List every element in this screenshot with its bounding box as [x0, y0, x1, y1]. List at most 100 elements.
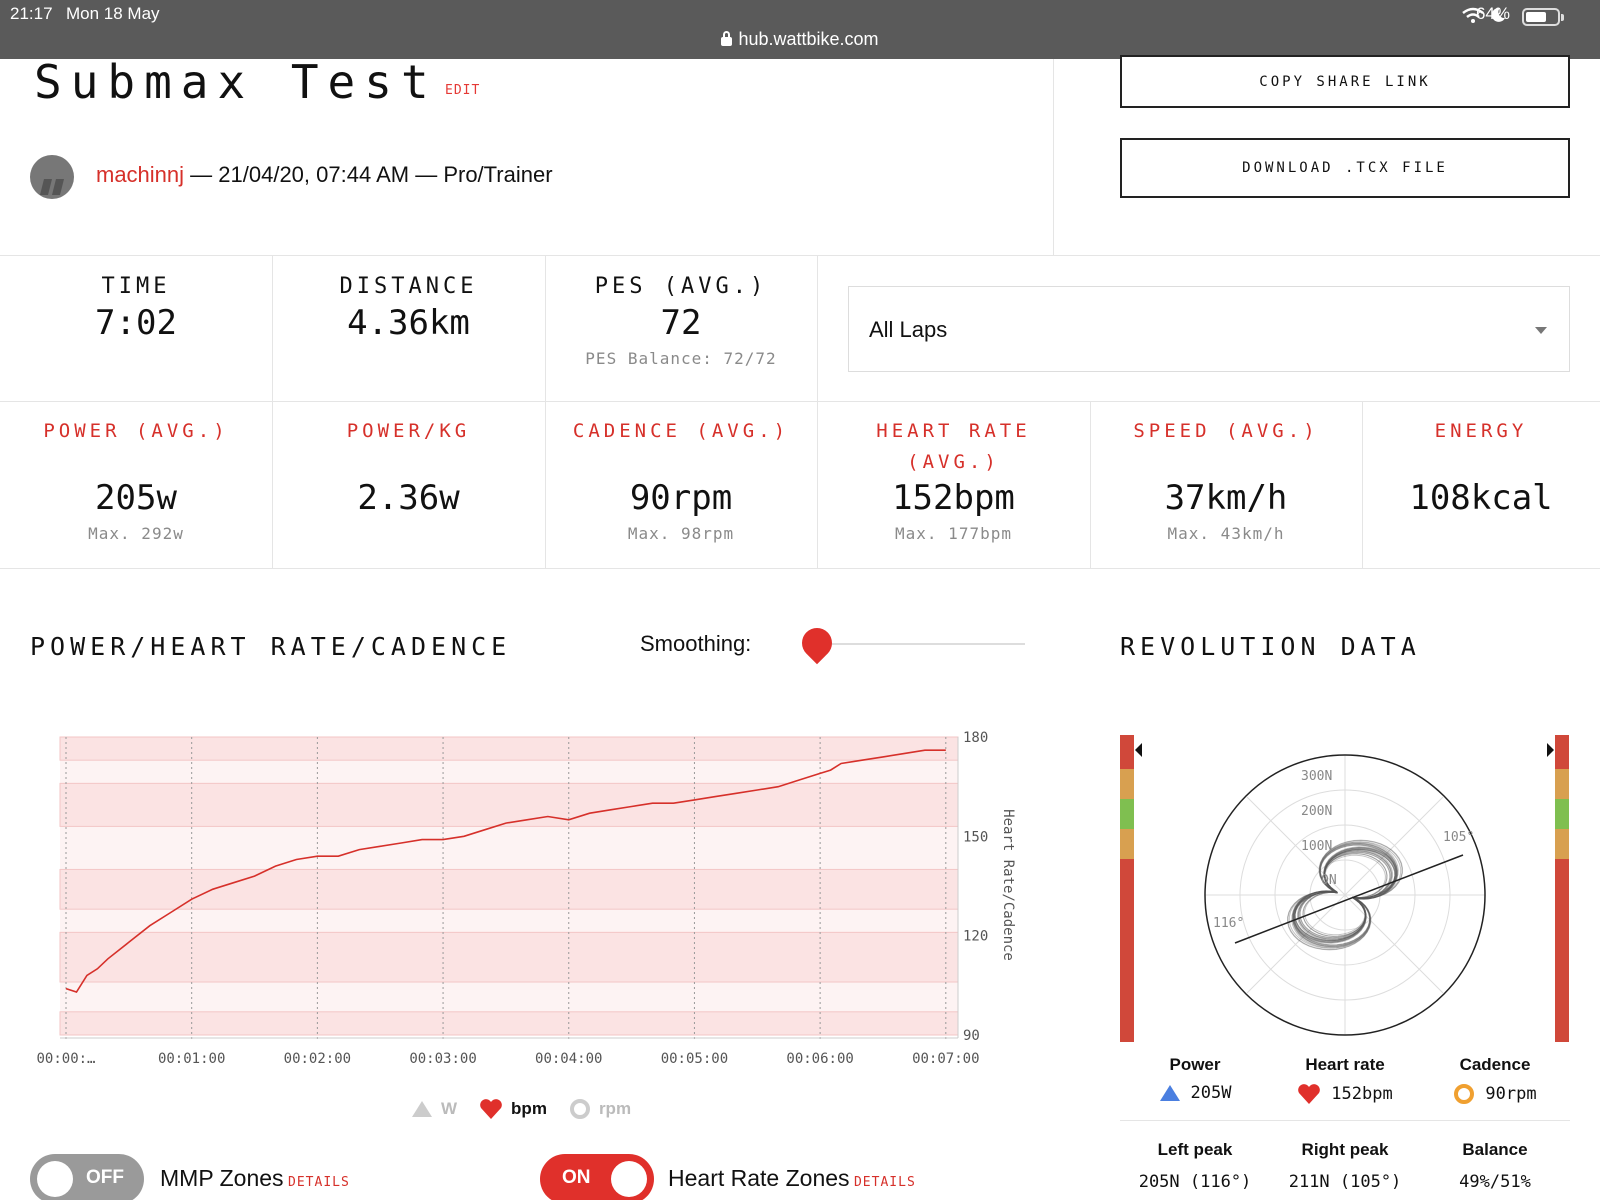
metric-value: 108kcal [1409, 478, 1553, 518]
zone-bands [59, 736, 959, 1036]
heart-rate-chart: 00:00:… 00:01:00 00:02:00 00:03:00 00:04:00 0… [36, 730, 1016, 1067]
heart-rate-summary-value: 152bpm [1331, 1084, 1393, 1104]
edit-link[interactable]: EDIT [445, 83, 480, 98]
legend-item-w[interactable]: W [411, 1099, 457, 1119]
triangle-icon [1159, 1085, 1180, 1101]
heart-icon [480, 1099, 502, 1119]
heart-rate-zones-label: Heart Rate Zones [668, 1165, 850, 1191]
heart-rate-summary: Heart rate 152bpm [1270, 1055, 1420, 1105]
metric-max: Max. 292w [88, 524, 184, 543]
balance-label: Balance [1462, 1140, 1528, 1159]
battery-icon [1522, 8, 1564, 26]
pes-stat: PES (AVG.) 72 PES Balance: 72/72 [545, 274, 817, 368]
y-axis-labels: 180 150 120 90 [963, 730, 988, 1044]
mmp-zones-label: MMP Zones [160, 1165, 284, 1191]
chart-section-title: POWER/HEART RATE/CADENCE [30, 632, 512, 661]
battery-percent: 64% [1475, 4, 1510, 23]
avatar[interactable] [30, 155, 74, 199]
distance-stat: DISTANCE 4.36km [272, 274, 545, 343]
left-marker-icon [1135, 743, 1142, 757]
metric-label: ENERGY [1434, 420, 1528, 442]
metric-label: SPEED (AVG.) [1133, 420, 1319, 442]
workout-meta: machinnj — 21/04/20, 07:44 AM — Pro/Trai… [96, 162, 553, 188]
smoothing-slider-thumb[interactable] [795, 621, 839, 665]
metric-label: POWER (AVG.) [43, 420, 229, 442]
metric-value: 152bpm [892, 478, 1015, 518]
zone-band [59, 868, 959, 910]
url-text: hub.wattbike.com [738, 29, 879, 49]
right-marker-icon [1547, 743, 1554, 757]
x-tick-label: 00:03:00 [409, 1051, 476, 1067]
metric-max: Max. 177bpm [895, 524, 1012, 543]
revolution-peaks: Left peak 205N (116°) Right peak 211N (1… [1120, 1140, 1570, 1192]
right-peak-label: Right peak [1301, 1140, 1389, 1159]
power-kg-stat: POWER/KG 2.36w [272, 416, 545, 524]
revolution-stats: Power 205W Heart rate 152bpm Cadence 90r… [1120, 1055, 1570, 1105]
heart-rate-zones-label-group: Heart Rate Zones DETAILS [668, 1165, 916, 1192]
energy-stat: ENERGY 108kcal [1362, 416, 1600, 524]
metric-value: 37km/h [1164, 478, 1288, 518]
pes-balance: PES Balance: 72/72 [585, 349, 777, 368]
metric-value: 205w [95, 478, 177, 518]
left-peak-value: 205N (116°) [1138, 1172, 1252, 1192]
status-time: 21:17 [10, 4, 53, 23]
divider [1053, 59, 1054, 256]
x-tick-label: 00:01:00 [158, 1051, 225, 1067]
metric-max: Max. 43km/h [1167, 524, 1285, 543]
right-balance-bar [1555, 735, 1569, 1042]
left-angle-label: 116° [1213, 916, 1244, 931]
polar-force-plot: 300N 200N 100N 0N 116° 105° [1204, 754, 1486, 1036]
metric-label: CADENCE (AVG.) [572, 420, 790, 442]
pes-label: PES (AVG.) [594, 274, 768, 299]
legend-item-bpm[interactable]: bpm [479, 1098, 547, 1120]
y-tick-label: 180 [963, 730, 988, 746]
revolution-section-title: REVOLUTION DATA [1120, 632, 1421, 661]
username-link[interactable]: machinnj [96, 162, 184, 187]
smoothing-slider-track[interactable] [820, 643, 1025, 645]
chevron-down-icon [1535, 327, 1547, 334]
avatar-logo-icon [40, 179, 64, 195]
legend-label-bpm: bpm [511, 1099, 547, 1118]
zone-band [59, 736, 959, 761]
time-label: TIME [101, 274, 171, 299]
mmp-zones-toggle[interactable]: OFF [30, 1154, 144, 1200]
legend-item-rpm[interactable]: rpm [569, 1098, 631, 1120]
x-tick-label: 00:07:00 [912, 1051, 979, 1067]
mmp-zones-details-link[interactable]: DETAILS [288, 1175, 350, 1190]
heart-rate-zones-details-link[interactable]: DETAILS [854, 1175, 916, 1190]
x-tick-label: 00:05:00 [661, 1051, 728, 1067]
polar-label: 100N [1301, 839, 1332, 854]
polar-label: 300N [1301, 769, 1332, 784]
heart-rate-avg-stat: HEART RATE (AVG.) 152bpm Max. 177bpm [817, 416, 1090, 543]
divider [1120, 1120, 1570, 1121]
cadence-summary: Cadence 90rpm [1420, 1055, 1570, 1105]
balance-value: 49%/51% [1459, 1172, 1531, 1192]
heart-rate-zones-toggle[interactable]: ON [540, 1154, 654, 1200]
status-bar: 21:17 Mon 18 May hub.wattbike.com 64% [0, 0, 1600, 59]
ring-icon [1454, 1084, 1475, 1104]
right-peak-value: 211N (105°) [1288, 1172, 1402, 1192]
lock-icon [721, 31, 733, 46]
distance-label: DISTANCE [339, 274, 478, 299]
laps-select[interactable]: All Laps [848, 286, 1570, 372]
cadence-avg-stat: CADENCE (AVG.) 90rpm Max. 98rpm [545, 416, 817, 543]
divider [0, 401, 1600, 402]
zone-band [59, 931, 959, 983]
y-tick-label: 90 [963, 1028, 980, 1044]
speed-avg-stat: SPEED (AVG.) 37km/h Max. 43km/h [1090, 416, 1362, 543]
metric-value: 90rpm [629, 478, 733, 518]
download-tcx-button[interactable]: DOWNLOAD .TCX FILE [1120, 138, 1570, 198]
cadence-summary-value: 90rpm [1485, 1084, 1537, 1104]
address-bar[interactable]: hub.wattbike.com [0, 29, 1600, 50]
copy-share-link-button[interactable]: COPY SHARE LINK [1120, 55, 1570, 108]
workout-meta-text: — 21/04/20, 07:44 AM — Pro/Trainer [190, 162, 553, 187]
page-title: Submax Test [34, 55, 438, 109]
cadence-summary-label: Cadence [1459, 1055, 1531, 1074]
power-avg-stat: POWER (AVG.) 205w Max. 292w [0, 416, 272, 543]
x-tick-label: 00:06:00 [786, 1051, 853, 1067]
divider [0, 255, 1600, 256]
distance-value: 4.36km [347, 303, 470, 343]
divider [0, 568, 1600, 569]
x-axis-labels: 00:00:… 00:01:00 00:02:00 00:03:00 00:04:00 0… [36, 1051, 979, 1067]
toggle-state: OFF [86, 1167, 124, 1188]
